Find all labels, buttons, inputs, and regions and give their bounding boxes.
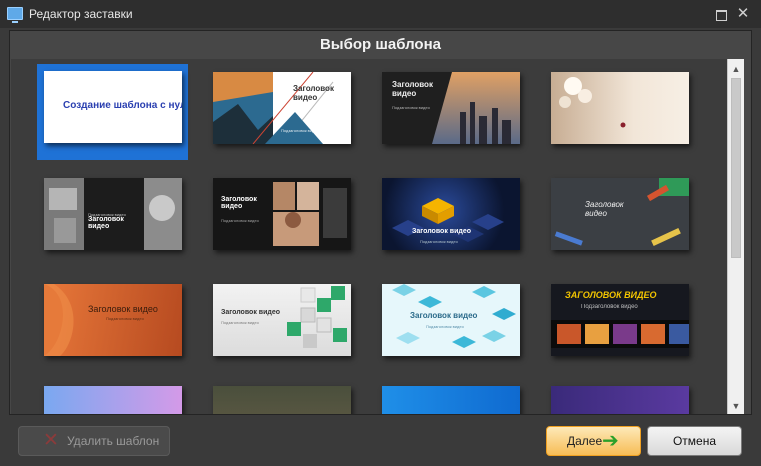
template-title: Заголовок видео (88, 304, 158, 314)
template-subtitle: Подзаголовок видео (426, 324, 464, 329)
scrollbar-thumb[interactable] (731, 78, 741, 258)
next-button-label: Далее (567, 434, 603, 448)
footer-bar: ✕ Удалить шаблон Далее ➔ Отмена (0, 416, 761, 466)
template-thumb-cubes-blue[interactable]: Заголовок видео Подзаголовок видео (382, 178, 520, 250)
monitor-icon (7, 7, 23, 23)
delete-template-button[interactable]: ✕ Удалить шаблон (18, 426, 170, 456)
template-subtitle: Подзаголовок видео (420, 239, 458, 244)
template-title: Заголовок видео (585, 200, 624, 218)
cancel-button[interactable]: Отмена (647, 426, 742, 456)
template-art (213, 72, 334, 144)
template-thumb-mono[interactable]: Заголовок видео Подзаголовок видео (44, 178, 182, 250)
arrow-right-icon: ➔ (602, 430, 619, 452)
template-title: Заголовок видео (412, 228, 471, 235)
template-title: Заголовок видео (392, 80, 433, 98)
template-subtitle: Подзаголовок видео (88, 212, 126, 217)
scroll-down-icon[interactable]: ▼ (728, 398, 744, 414)
template-subtitle: Подзаголовок видео (281, 128, 319, 133)
template-thumb-bright-blue[interactable] (382, 386, 520, 414)
title-bar: Редактор заставки ✕ (0, 0, 761, 28)
delete-button-label: Удалить шаблон (67, 434, 160, 448)
template-thumb-green-cubes[interactable]: Заголовок видео Подзаголовок видео (213, 284, 351, 356)
restore-icon[interactable] (712, 5, 730, 23)
template-title: Заголовок видео (221, 309, 280, 316)
template-title: Заголовок видео (221, 196, 257, 210)
vertical-scrollbar[interactable]: ▲ ▼ (727, 59, 744, 414)
template-thumb-film[interactable]: ЗАГОЛОВОК ВИДЕО Подзаголовок видео (551, 284, 689, 356)
template-title: ЗАГОЛОВОК ВИДЕО (565, 290, 657, 300)
template-thumb-orange[interactable]: Заголовок видео Подзаголовок видео (44, 284, 182, 356)
template-thumb-collage[interactable]: Заголовок видео Подзаголовок видео (213, 178, 351, 250)
scroll-up-icon[interactable]: ▲ (728, 61, 744, 77)
template-thumb-light-blue[interactable]: Заголовок видео Подзаголовок видео (382, 284, 520, 356)
template-subtitle: Подзаголовок видео (106, 316, 144, 321)
template-subtitle: Подзаголовок видео (221, 320, 259, 325)
template-panel: Выбор шаблона Создание шаблона с нуля За… (9, 30, 752, 415)
next-button[interactable]: Далее ➔ (546, 426, 641, 456)
template-thumb-typewriter[interactable] (213, 386, 351, 414)
template-title: Заголовок видео (88, 216, 124, 230)
template-subtitle: Подзаголовок видео (221, 218, 259, 223)
template-art (559, 77, 626, 128)
panel-title: Выбор шаблона (319, 36, 442, 53)
template-title: Заголовок видео (410, 311, 478, 320)
template-subtitle: Подзаголовок видео (392, 105, 430, 110)
template-thumb-chalkboard[interactable]: Заголовок видео (551, 178, 689, 250)
template-grid: Создание шаблона с нуля Заголовок видео … (11, 59, 727, 414)
template-thumb-purple[interactable] (551, 386, 689, 414)
delete-icon: ✕ (43, 430, 59, 451)
template-thumb-mountains[interactable]: Заголовок видео Подзаголовок видео (213, 72, 351, 144)
template-thumb-flowers[interactable] (551, 72, 689, 144)
template-subtitle: Подзаголовок видео (581, 304, 638, 310)
template-thumb-blank[interactable]: Создание шаблона с нуля (44, 71, 182, 143)
window-title: Редактор заставки (29, 7, 133, 21)
close-icon[interactable]: ✕ (734, 5, 752, 23)
template-art (273, 182, 347, 246)
template-art (392, 284, 516, 348)
template-thumb-city[interactable]: Заголовок видео Подзаголовок видео (382, 72, 520, 144)
template-title: Создание шаблона с нуля (63, 100, 182, 111)
template-title: Заголовок видео (293, 84, 334, 102)
template-thumb-pastel[interactable] (44, 386, 182, 414)
